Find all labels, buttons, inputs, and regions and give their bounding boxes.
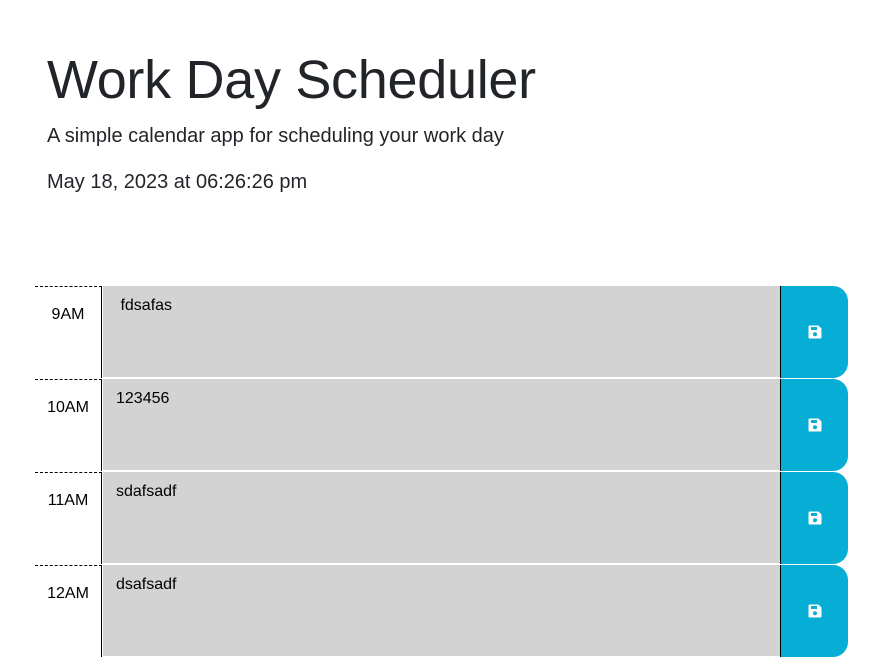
- event-description-input[interactable]: 123456: [103, 379, 780, 471]
- current-datetime: May 18, 2023 at 06:26:26 pm: [47, 171, 308, 193]
- save-button[interactable]: [780, 286, 848, 378]
- time-block-row: 12AM dsafsadf: [35, 565, 848, 658]
- floppy-disk-icon: [808, 325, 822, 339]
- hour-label: 12AM: [35, 565, 102, 657]
- hour-label: 10AM: [35, 379, 102, 471]
- page-title: Work Day Scheduler: [47, 50, 536, 110]
- time-block-row: 9AM fdsafas: [35, 286, 848, 379]
- event-description-input[interactable]: fdsafas: [103, 286, 780, 378]
- time-block-row: 11AM sdafsadf: [35, 472, 848, 565]
- page-subtitle: A simple calendar app for scheduling you…: [47, 125, 504, 147]
- floppy-disk-icon: [808, 511, 822, 525]
- save-button[interactable]: [780, 379, 848, 471]
- event-description-input[interactable]: dsafsadf: [103, 565, 780, 657]
- floppy-disk-icon: [808, 604, 822, 618]
- hour-label: 9AM: [35, 286, 102, 378]
- hour-label: 11AM: [35, 472, 102, 564]
- time-block-list: 9AM fdsafas 10AM 123456 11AM sdafsadf 12…: [35, 286, 848, 658]
- save-button[interactable]: [780, 472, 848, 564]
- event-description-input[interactable]: sdafsadf: [103, 472, 780, 564]
- time-block-row: 10AM 123456: [35, 379, 848, 472]
- save-button[interactable]: [780, 565, 848, 657]
- floppy-disk-icon: [808, 418, 822, 432]
